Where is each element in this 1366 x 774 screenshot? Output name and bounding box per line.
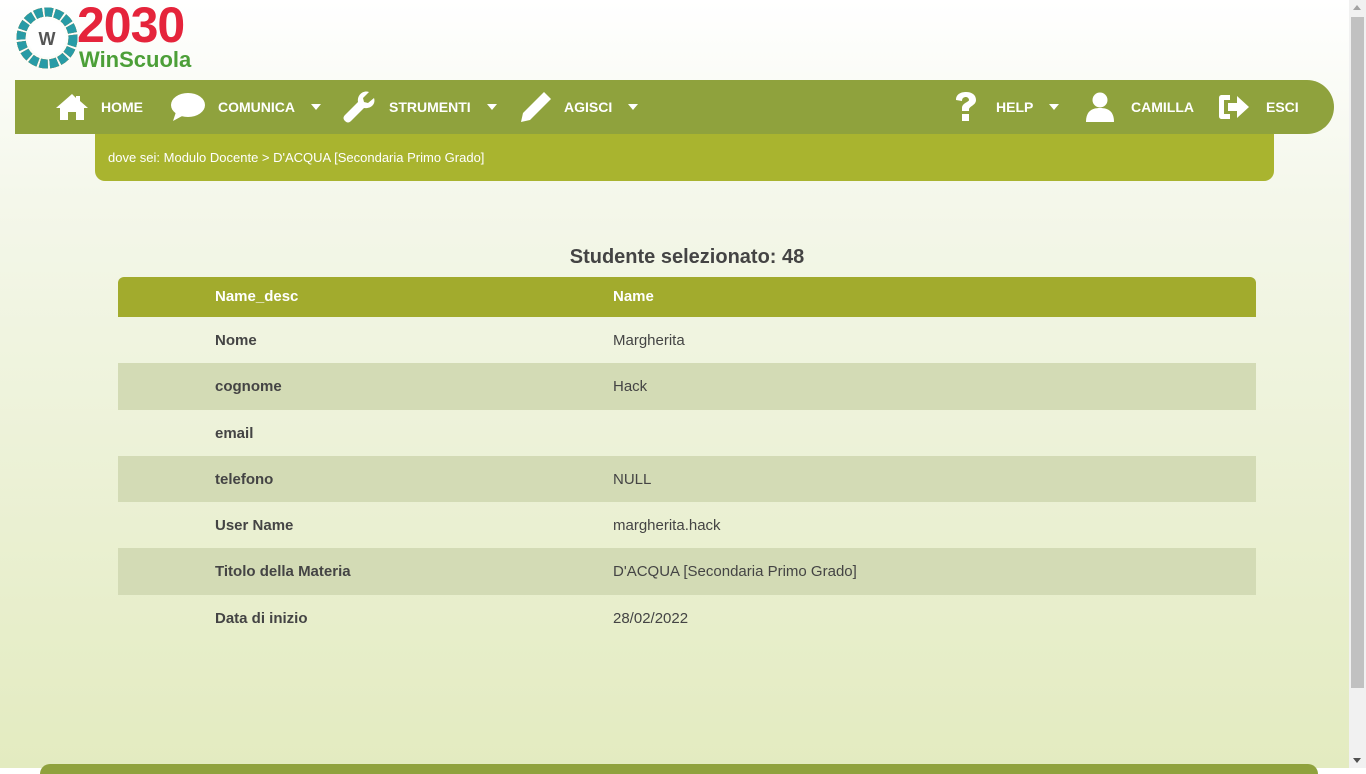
- column-header-name-desc: Name_desc: [215, 288, 299, 305]
- nav-esci[interactable]: ESCI: [1218, 80, 1299, 134]
- row-key: User Name: [215, 517, 294, 535]
- row-key: Nome: [215, 332, 257, 349]
- logo-brand: WinScuola: [79, 47, 192, 72]
- table-row: cognome Hack: [118, 363, 1256, 410]
- nav-comunica-label: COMUNICA: [218, 99, 295, 115]
- logout-icon: [1219, 95, 1249, 119]
- row-value: NULL: [613, 470, 652, 488]
- row-key: telefono: [215, 470, 274, 488]
- chevron-down-icon: [486, 104, 497, 110]
- row-value: 28/02/2022: [613, 609, 689, 627]
- nav-strumenti[interactable]: STRUMENTI: [343, 80, 497, 134]
- nav-strumenti-label: STRUMENTI: [389, 99, 471, 115]
- table-row: User Name margherita.hack: [118, 502, 1256, 548]
- breadcrumb: dove sei: Modulo Docente > D'ACQUA [Seco…: [95, 134, 1274, 181]
- table-header: Name_desc Name: [118, 277, 1256, 317]
- footer-bar: [40, 764, 1318, 774]
- student-table: Name_desc Name Nome Margherita cognome H…: [118, 277, 1256, 641]
- nav-help-label: HELP: [996, 99, 1034, 115]
- row-value: Hack: [613, 378, 648, 396]
- scrollbar-thumb[interactable]: [1351, 17, 1364, 688]
- row-key: Data di inizio: [215, 609, 308, 627]
- scroll-down-icon[interactable]: [1353, 758, 1361, 763]
- row-value: Margherita: [613, 332, 685, 349]
- pencil-icon: [521, 92, 551, 122]
- row-value: margherita.hack: [613, 517, 721, 535]
- user-icon: [1086, 92, 1114, 122]
- sdg-wheel-icon: W: [16, 7, 78, 69]
- table-row: Nome Margherita: [118, 317, 1256, 363]
- nav-agisci-label: AGISCI: [564, 99, 613, 115]
- row-key: Titolo della Materia: [215, 563, 351, 581]
- nav-user-label: CAMILLA: [1131, 99, 1194, 115]
- logo-letter: W: [39, 29, 56, 49]
- column-header-name: Name: [613, 288, 654, 305]
- table-row: telefono NULL: [118, 455, 1256, 503]
- row-value: D'ACQUA [Secondaria Primo Grado]: [613, 563, 857, 581]
- nav-help[interactable]: HELP: [955, 80, 1060, 134]
- page-title: Studente selezionato: 48: [569, 246, 805, 268]
- chevron-down-icon: [1049, 104, 1060, 110]
- nav-home-label: HOME: [101, 99, 143, 115]
- question-icon: [956, 92, 976, 121]
- table-row: Titolo della Materia D'ACQUA [Secondaria…: [118, 548, 1256, 595]
- chevron-down-icon: [628, 104, 639, 110]
- breadcrumb-text: dove sei: Modulo Docente > D'ACQUA [Seco…: [108, 150, 485, 165]
- nav-esci-label: ESCI: [1266, 99, 1299, 115]
- nav-user[interactable]: CAMILLA: [1085, 80, 1194, 134]
- row-key: cognome: [215, 378, 282, 396]
- chat-icon: [171, 93, 205, 121]
- row-key: email: [215, 424, 254, 442]
- logo-year: 2030: [77, 0, 185, 53]
- nav-home[interactable]: HOME: [55, 80, 143, 134]
- nav-comunica[interactable]: COMUNICA: [170, 80, 321, 134]
- home-icon: [56, 94, 88, 120]
- wrench-icon: [343, 91, 375, 123]
- table-row: email: [118, 410, 1256, 456]
- main-nav: HOME COMUNICA STRUMENTI AGISCI HELP CAMI…: [15, 80, 1334, 134]
- scroll-up-icon[interactable]: [1353, 5, 1361, 10]
- winscuola-logo[interactable]: W 2030 WinScuola: [15, 0, 215, 72]
- vertical-scrollbar[interactable]: [1349, 0, 1366, 768]
- table-row: Data di inizio 28/02/2022: [118, 595, 1256, 641]
- chevron-down-icon: [311, 104, 321, 110]
- nav-agisci[interactable]: AGISCI: [520, 80, 639, 134]
